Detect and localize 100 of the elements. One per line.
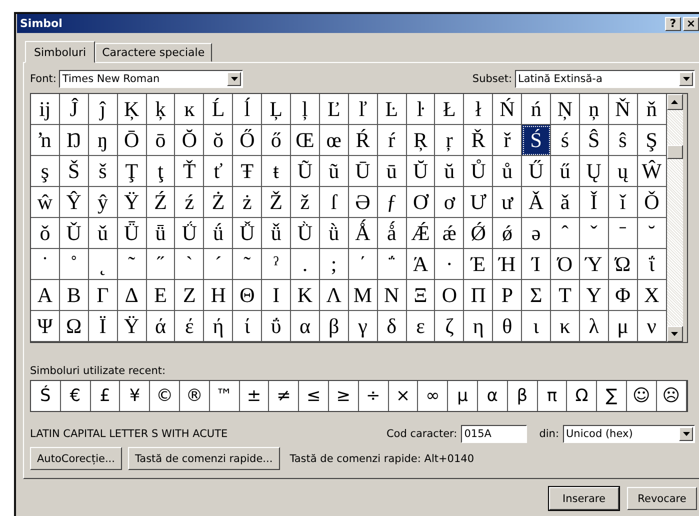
symbol-cell[interactable]: Ź	[146, 187, 176, 218]
symbol-cell[interactable]: ǘ	[204, 218, 234, 249]
symbol-cell[interactable]: ż	[233, 187, 262, 218]
symbol-cell[interactable]: ά	[146, 311, 176, 342]
symbol-cell[interactable]: Σ	[522, 280, 552, 311]
symbol-cell[interactable]: Ϋ	[118, 311, 147, 342]
symbol-cell[interactable]: ǔ	[88, 218, 118, 249]
symbol-cell[interactable]: ŉ	[31, 125, 60, 156]
symbol-cell[interactable]: Θ	[233, 280, 262, 311]
symbol-cell[interactable]: ķ	[146, 94, 176, 125]
font-dropdown[interactable]: Times New Roman	[59, 70, 244, 88]
symbol-cell[interactable]: ζ	[435, 311, 464, 342]
symbol-cell[interactable]: ˜	[233, 249, 262, 280]
symbol-cell[interactable]: α	[291, 311, 320, 342]
symbol-cell[interactable]: ;	[320, 249, 349, 280]
symbol-cell[interactable]: κ	[551, 311, 580, 342]
symbol-cell[interactable]: ˚	[60, 249, 89, 280]
symbol-cell[interactable]: η	[464, 311, 494, 342]
symbol-cell[interactable]: ŧ	[262, 156, 292, 187]
recent-symbol-cell[interactable]: ≠	[269, 381, 300, 411]
symbol-cell[interactable]: Ő	[233, 125, 262, 156]
scrollbar[interactable]	[666, 94, 683, 342]
symbol-cell[interactable]: Ǘ	[175, 218, 204, 249]
symbol-cell[interactable]: λ	[580, 311, 609, 342]
symbol-cell[interactable]: Ů	[464, 156, 494, 187]
symbol-cell[interactable]: ǒ	[31, 218, 60, 249]
character-code-field[interactable]: 015A	[461, 425, 528, 443]
symbol-cell[interactable]: ˛	[88, 249, 118, 280]
symbol-cell[interactable]: Ŀ	[378, 94, 407, 125]
recent-symbol-cell[interactable]: ☺	[626, 381, 657, 411]
symbol-cell[interactable]: ŝ	[608, 125, 638, 156]
symbol-cell[interactable]: Ǜ	[291, 218, 320, 249]
symbol-cell[interactable]: Ÿ	[118, 187, 147, 218]
recent-symbol-cell[interactable]: ∑	[597, 381, 627, 411]
symbol-cell[interactable]: Έ	[464, 249, 494, 280]
symbol-cell[interactable]: δ	[378, 311, 407, 342]
symbol-cell[interactable]: Α	[31, 280, 60, 311]
symbol-cell[interactable]: ŭ	[435, 156, 464, 187]
symbol-cell[interactable]: Ρ	[493, 280, 522, 311]
symbol-cell[interactable]: ǎ	[551, 187, 580, 218]
tab[interactable]: Simboluri	[25, 41, 96, 63]
symbol-cell[interactable]: ŷ	[88, 187, 118, 218]
symbol-cell[interactable]: ˊ	[204, 249, 234, 280]
symbol-cell[interactable]: ŕ	[378, 125, 407, 156]
symbol-cell[interactable]: ˀ	[262, 249, 292, 280]
help-button[interactable]: ?	[665, 16, 681, 30]
symbol-cell[interactable]: ǻ	[378, 218, 407, 249]
symbol-cell[interactable]: Ά	[406, 249, 436, 280]
symbol-cell[interactable]: Ō	[118, 125, 147, 156]
recent-symbol-cell[interactable]: ©	[150, 381, 180, 411]
symbol-cell[interactable]: Ơ	[406, 187, 436, 218]
symbol-cell[interactable]: ˜	[118, 249, 147, 280]
footer-button[interactable]: Revocare	[627, 487, 697, 510]
symbol-cell[interactable]: ś	[551, 125, 580, 156]
symbol-cell[interactable]: ŏ	[204, 125, 234, 156]
symbol-cell[interactable]: ū	[378, 156, 407, 187]
scroll-up-icon[interactable]	[666, 94, 683, 110]
recent-symbol-cell[interactable]: ±	[240, 381, 270, 411]
recent-symbol-cell[interactable]: ¥	[120, 381, 150, 411]
symbol-cell[interactable]: Ώ	[608, 249, 638, 280]
symbol-cell[interactable]: ŋ	[88, 125, 118, 156]
symbol-cell[interactable]: Ŷ	[60, 187, 89, 218]
symbol-cell[interactable]: Ŝ	[580, 125, 609, 156]
symbol-cell[interactable]: Ǐ	[580, 187, 609, 218]
subset-dropdown[interactable]: Latină Extinsă-a	[515, 70, 695, 88]
symbol-cell[interactable]: ǜ	[320, 218, 349, 249]
symbol-cell[interactable]: Ń	[493, 94, 522, 125]
symbol-cell[interactable]: Λ	[320, 280, 349, 311]
symbol-cell[interactable]: ž	[291, 187, 320, 218]
symbol-cell[interactable]: Ŭ	[406, 156, 436, 187]
symbol-cell[interactable]: Ǔ	[60, 218, 89, 249]
symbol-cell[interactable]: ǿ	[493, 218, 522, 249]
symbol-cell[interactable]: Ĵ	[60, 94, 89, 125]
symbol-cell[interactable]: Ή	[493, 249, 522, 280]
symbol-cell[interactable]: ΄	[348, 249, 378, 280]
recent-symbol-cell[interactable]: Ω	[567, 381, 598, 411]
recent-symbol-cell[interactable]: Ś	[31, 381, 61, 411]
symbol-cell[interactable]: γ	[348, 311, 378, 342]
symbol-cell[interactable]: Ǻ	[348, 218, 378, 249]
symbol-cell[interactable]: ş	[31, 156, 60, 187]
symbol-cell[interactable]: Ŧ	[233, 156, 262, 187]
symbol-cell[interactable]: Γ	[88, 280, 118, 311]
symbol-cell[interactable]: ǚ	[262, 218, 292, 249]
symbol-cell[interactable]: ľ	[348, 94, 378, 125]
symbol-cell[interactable]: Ǖ	[118, 218, 147, 249]
symbol-cell[interactable]: ŗ	[435, 125, 464, 156]
recent-symbol-cell[interactable]: ÷	[358, 381, 389, 411]
symbol-cell[interactable]: Ǎ	[522, 187, 552, 218]
recent-symbol-cell[interactable]: π	[538, 381, 568, 411]
symbol-cell[interactable]: Ť	[175, 156, 204, 187]
symbol-cell[interactable]: œ	[320, 125, 349, 156]
recent-symbol-cell[interactable]: ∞	[418, 381, 448, 411]
recent-symbol-cell[interactable]: β	[508, 381, 538, 411]
tab[interactable]: Caractere speciale	[95, 43, 212, 62]
symbol-cell[interactable]: ˙	[31, 249, 60, 280]
symbol-cell[interactable]: ŀ	[406, 94, 436, 125]
symbol-cell[interactable]: ź	[175, 187, 204, 218]
symbol-cell[interactable]: Μ	[348, 280, 378, 311]
symbol-cell[interactable]: Ό	[551, 249, 580, 280]
symbol-cell[interactable]: Η	[204, 280, 234, 311]
